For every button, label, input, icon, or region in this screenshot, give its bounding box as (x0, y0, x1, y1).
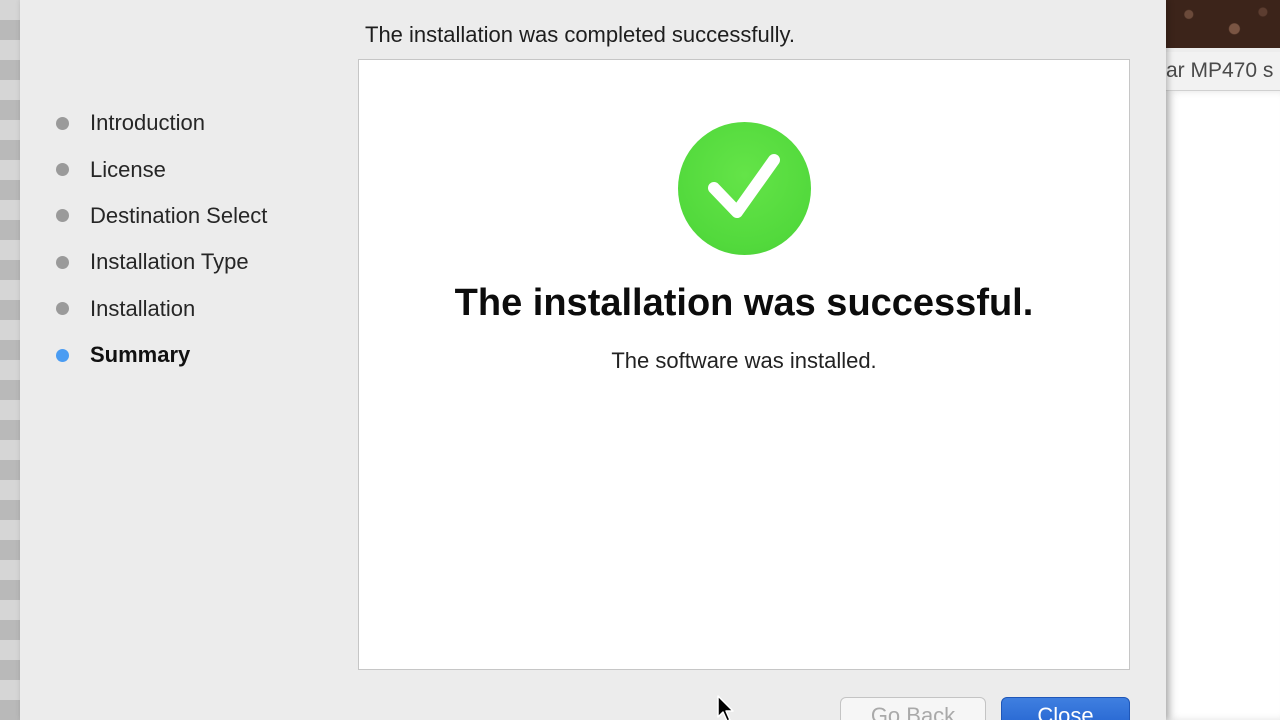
success-title: The installation was successful. (454, 282, 1034, 324)
step-label: Destination Select (90, 202, 268, 228)
checkmark-icon (708, 154, 780, 218)
step-label: Installation Type (90, 249, 249, 275)
close-button[interactable]: Close (1001, 697, 1130, 720)
installation-status-text: The installation was completed successfu… (365, 22, 796, 47)
step-label: Installation (90, 295, 196, 321)
step-label: License (90, 156, 166, 182)
installer-window: The installation was completed successfu… (20, 0, 1166, 720)
checkmark-circle-icon (678, 122, 811, 255)
step-introduction: Introduction (56, 100, 267, 146)
step-license: License (56, 146, 267, 192)
step-installation-type: Installation Type (56, 239, 267, 285)
step-dot (56, 116, 69, 130)
summary-panel: The installation was successful. The sof… (358, 59, 1130, 670)
success-subtitle: The software was installed. (611, 348, 877, 373)
step-label: Summary (90, 342, 191, 368)
step-dot (56, 255, 69, 269)
installer-steps-sidebar: Introduction License Destination Select … (56, 100, 267, 378)
go-back-button[interactable]: Go Back (840, 697, 986, 720)
desktop-background (0, 0, 20, 720)
mouse-cursor-icon (717, 695, 734, 720)
step-destination-select: Destination Select (56, 193, 267, 239)
step-installation: Installation (56, 286, 267, 332)
step-dot-active (56, 348, 69, 362)
background-window-thumbnail (1166, 0, 1280, 48)
step-dot (56, 163, 69, 177)
step-summary: Summary (56, 332, 267, 378)
background-window-content (1166, 91, 1280, 720)
step-dot (56, 302, 69, 316)
step-label: Introduction (90, 110, 205, 136)
step-dot (56, 209, 69, 223)
background-window-title[interactable]: ar MP470 s (1166, 52, 1280, 91)
